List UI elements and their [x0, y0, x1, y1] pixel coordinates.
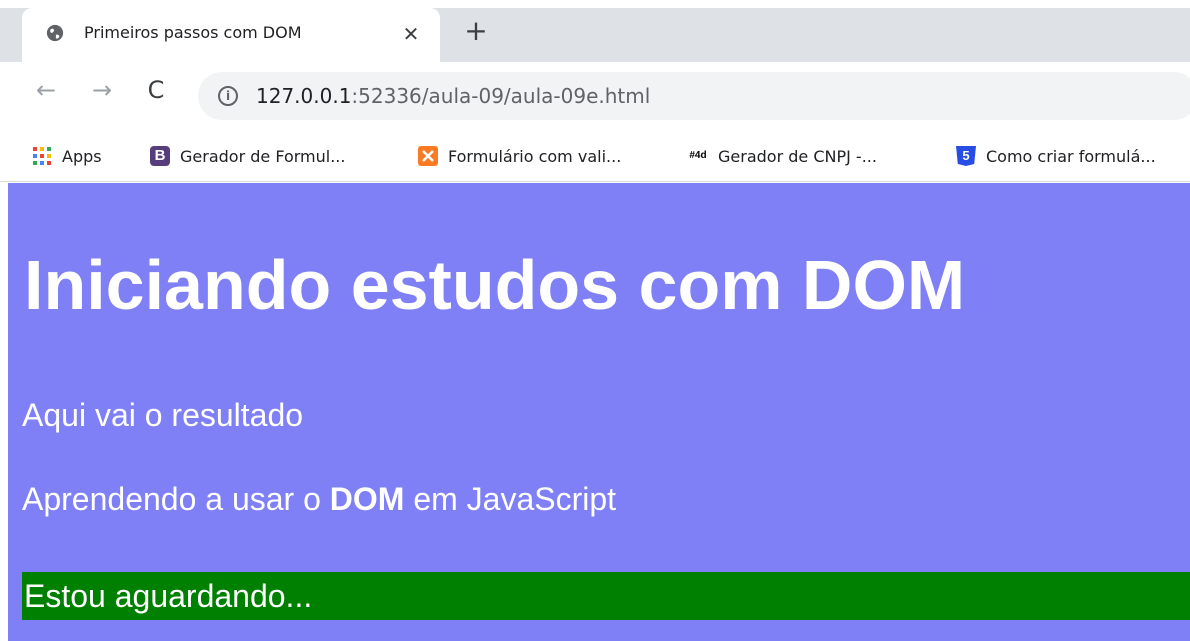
back-arrow-icon[interactable]: ← [32, 76, 60, 104]
bookmark-apps[interactable]: Apps [32, 140, 102, 172]
new-tab-icon[interactable]: + [462, 17, 490, 45]
site-info-icon[interactable]: i [218, 86, 238, 106]
xampp-icon [418, 146, 438, 166]
4devs-badge: #4d [689, 150, 707, 161]
bookmark-label: Gerador de CNPJ -... [718, 146, 877, 166]
tab-title: Primeiros passos com DOM [84, 23, 302, 42]
bookmark-label: Gerador de Formul... [180, 146, 346, 166]
page-body: Iniciando estudos com DOM Aqui vai o res… [8, 183, 1190, 641]
bookmark-label: Formulário com vali... [448, 146, 622, 166]
learning-paragraph: Aprendendo a usar o DOM em JavaScript [22, 481, 616, 518]
browser-tab[interactable]: Primeiros passos com DOM ✕ [22, 8, 440, 62]
html5-icon: 5 [956, 146, 976, 166]
4devs-icon: #4d [688, 146, 708, 166]
paragraph-text-after: em JavaScript [404, 481, 617, 517]
browser-toolbar: ← → C i 127.0.0.1:52336/aula-09/aula-09e… [0, 62, 1190, 132]
bootstrap-badge: B [154, 147, 166, 164]
apps-grid-icon [33, 147, 51, 165]
page-viewport: Iniciando estudos com DOM Aqui vai o res… [0, 183, 1190, 641]
url-text[interactable]: 127.0.0.1:52336/aula-09/aula-09e.html [256, 84, 650, 108]
bookmarks-bar: Apps B Gerador de Formul... Formulário c… [0, 132, 1190, 182]
bookmark-label: Como criar formulá... [986, 146, 1156, 166]
close-tab-icon[interactable]: ✕ [398, 21, 424, 47]
paragraph-text-before: Aprendendo a usar o [22, 481, 330, 517]
html5-badge: 5 [962, 148, 970, 163]
bookmark-gerador-formulario[interactable]: B Gerador de Formul... [150, 140, 345, 172]
url-path: :52336/aula-09/aula-09e.html [351, 84, 651, 108]
tab-strip: Primeiros passos com DOM ✕ + [0, 0, 1190, 62]
bookmark-label: Apps [62, 146, 102, 166]
result-paragraph: Aqui vai o resultado [22, 397, 304, 433]
url-host: 127.0.0.1 [256, 84, 352, 108]
reload-icon[interactable]: C [142, 76, 170, 104]
bookmark-gerador-cnpj[interactable]: #4d Gerador de CNPJ -... [688, 140, 877, 172]
address-bar[interactable]: i 127.0.0.1:52336/aula-09/aula-09e.html [198, 72, 1190, 120]
globe-icon [46, 24, 64, 42]
waiting-box: Estou aguardando... [22, 572, 1190, 620]
forward-arrow-icon[interactable]: → [88, 76, 116, 104]
bookmark-formulario-validacao[interactable]: Formulário com vali... [418, 140, 621, 172]
bootstrap-icon: B [150, 146, 170, 166]
page-heading: Iniciando estudos com DOM [24, 246, 966, 324]
bookmark-como-criar-formulario[interactable]: 5 Como criar formulá... [956, 140, 1156, 172]
paragraph-bold-text: DOM [329, 481, 405, 517]
